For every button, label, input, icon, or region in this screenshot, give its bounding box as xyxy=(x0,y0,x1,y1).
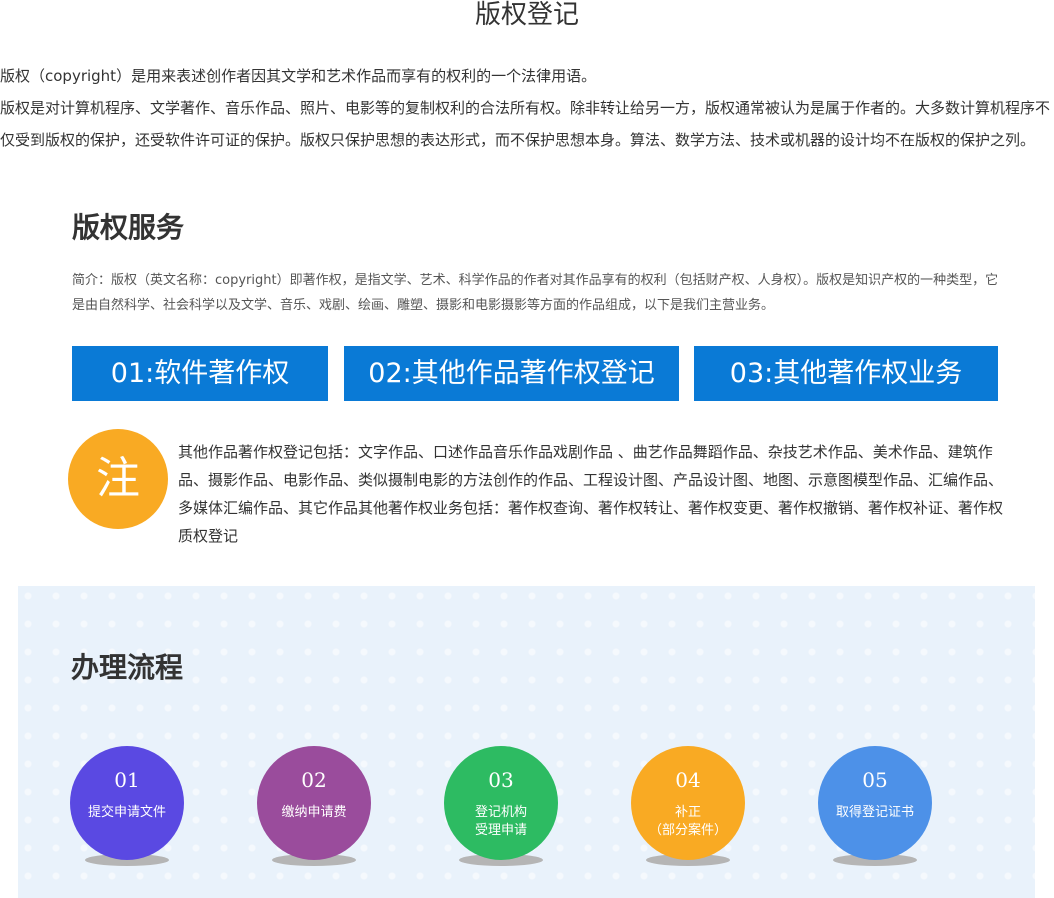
step-number: 05 xyxy=(862,768,888,792)
services-heading: 版权服务 xyxy=(72,211,185,244)
step-circle: 01 提交申请文件 xyxy=(70,746,184,860)
step-circle: 02 缴纳申请费 xyxy=(257,746,371,860)
process-heading: 办理流程 xyxy=(71,651,184,684)
step-label-line-2: 受理申请 xyxy=(474,823,527,838)
step-label-line-1: 登记机构 xyxy=(474,805,527,820)
intro-paragraph-1: 版权（copyright）是用来表述创作者因其文学和艺术作品而享有的权利的一个法… xyxy=(0,67,597,85)
process-step-2: 02 缴纳申请费 xyxy=(257,746,371,866)
step-label-line-2: （部分案件） xyxy=(648,823,727,838)
step-label: 提交申请文件 xyxy=(70,804,184,822)
step-circle: 03 登记机构 受理申请 xyxy=(444,746,558,860)
tab-other-works-registration[interactable]: 02:其他作品著作权登记 xyxy=(344,346,679,401)
page-title: 版权登记 xyxy=(474,0,579,30)
services-description: 简介：版权（英文名称：copyright）即著作权，是指文学、艺术、科学作品的作… xyxy=(72,273,999,313)
process-step-5: 05 取得登记证书 xyxy=(818,746,932,866)
step-label: 补正 （部分案件） xyxy=(631,804,745,840)
service-tabs: 01:软件著作权 02:其他作品著作权登记 03:其他著作权业务 xyxy=(72,346,998,401)
step-label: 缴纳申请费 xyxy=(257,804,371,822)
note-badge: 注 xyxy=(68,429,168,529)
process-step-4: 04 补正 （部分案件） xyxy=(631,746,745,866)
tab-software-copyright[interactable]: 01:软件著作权 xyxy=(72,346,328,401)
step-label-line-1: 提交申请文件 xyxy=(87,805,166,820)
step-label-line-1: 取得登记证书 xyxy=(835,805,914,820)
step-number: 01 xyxy=(114,768,140,792)
step-number: 03 xyxy=(488,768,514,792)
step-number: 02 xyxy=(301,768,327,792)
step-label: 登记机构 受理申请 xyxy=(444,804,558,840)
intro-paragraph-2: 版权是对计算机程序、文学著作、音乐作品、照片、电影等的复制权利的合法所有权。除非… xyxy=(0,99,1051,149)
step-label-line-1: 缴纳申请费 xyxy=(281,805,347,820)
step-number: 04 xyxy=(675,768,701,792)
intro-section: 版权（copyright）是用来表述创作者因其文学和艺术作品而享有的权利的一个法… xyxy=(0,60,1050,156)
process-step-1: 01 提交申请文件 xyxy=(70,746,184,866)
step-label-line-1: 补正 xyxy=(674,805,701,820)
tab-other-copyright-services[interactable]: 03:其他著作权业务 xyxy=(694,346,998,401)
step-circle: 04 补正 （部分案件） xyxy=(631,746,745,860)
step-circle: 05 取得登记证书 xyxy=(818,746,932,860)
note-text: 其他作品著作权登记包括：文字作品、口述作品音乐作品戏剧作品 、曲艺作品舞蹈作品、… xyxy=(178,443,1004,545)
process-section: 办理流程 01 提交申请文件 02 缴纳申请费 03 登记机构 受理申请 04 … xyxy=(18,586,1035,898)
process-step-3: 03 登记机构 受理申请 xyxy=(444,746,558,866)
step-label: 取得登记证书 xyxy=(818,804,932,822)
